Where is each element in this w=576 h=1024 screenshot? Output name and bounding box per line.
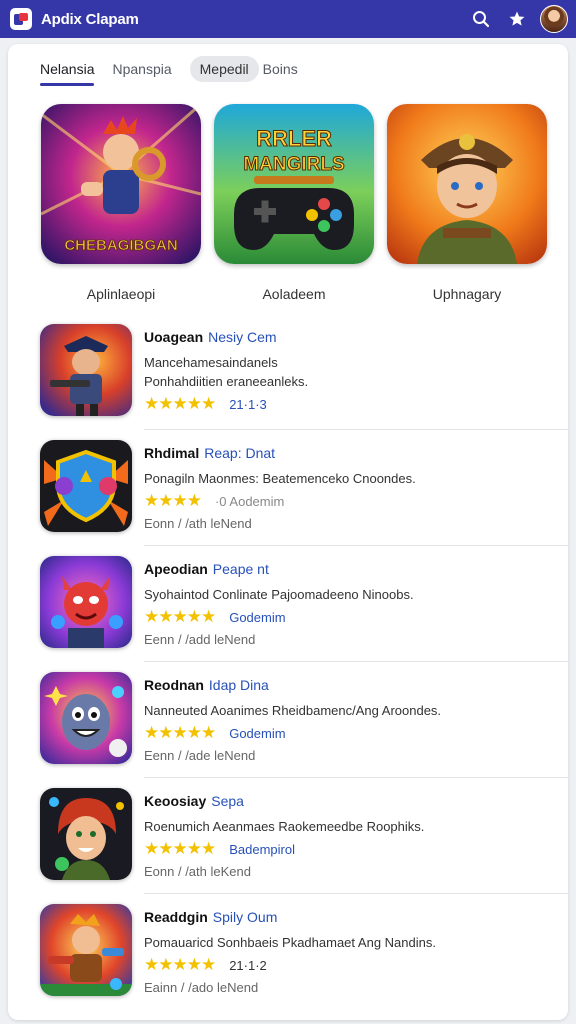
rating-value: Badempirol [229,841,295,857]
devil-icon [40,556,132,648]
app-list: Uoagean Nesiy Cem Mancehamesaindanels Ponh… [40,324,568,1020]
list-item[interactable]: Apeodian Peape nt Syohaintod Conlinate Pa… [40,556,568,672]
rating-stars: ★★★★★ [144,723,216,742]
list-item[interactable]: Rhdimal Reap: Dnat Ponagiln Maonmes: Beat… [40,440,568,556]
featured-app-2[interactable]: RRLER MANGIRLS Aoladeem [213,104,375,302]
app-subtitle: Peape nt [212,561,269,577]
app-meta: ★★★★★ Godemim [144,724,548,742]
app-meta: ★★★★★ Godemim [144,608,548,626]
app-title: Keoosiay Sepa [144,793,548,809]
app-meta: ★★★★★ Badempirol [144,840,548,858]
app-description: Pomauaricd Sonhbaeis Pkadhamaet Ang Nand… [144,935,436,950]
redhead-icon [40,788,132,880]
app-name: Reodnan [144,677,204,693]
list-item[interactable]: Readdgin Spily Oum Pomauaricd Sonhbaeis P… [40,904,548,1020]
adventurer-icon [387,104,547,264]
app-title: Reodnan Idap Dina [144,677,548,693]
category-tabs: Nelansia Npanspia Mepedil Boins [40,56,316,86]
user-avatar[interactable] [540,5,568,33]
app-name: Keoosiay [144,793,207,809]
app-info: Reodnan Idap Dina Nanneuted Aoanimes Rhei… [144,677,548,763]
gamepad-icon: RRLER MANGIRLS [214,104,374,264]
app-meta: ★★★★★ 21·1·2 [144,956,548,974]
rating-stars: ★★★★★ [144,607,216,626]
app-subtitle: Idap Dina [208,677,269,693]
app-title: Uoagean Nesiy Cem [144,329,548,345]
row-divider [144,661,568,662]
warrior-icon [40,904,132,996]
app-subtitle: Reap: Dnat [204,445,276,461]
tab-npanspia[interactable]: Npanspia [112,61,171,77]
rating-stars: ★★★★★ [144,955,216,974]
app-desc-line1: Mancehamesaindanels [144,355,278,370]
app-name: Readdgin [144,909,208,925]
row-divider [144,429,568,430]
row-divider [144,893,568,894]
rating-value: Godemim [229,609,286,625]
hero-art-text: CHEBAGIBGAN [64,237,177,254]
app-title: Rhdimal Reap: Dnat [144,445,548,461]
app-title: Apeodian Peape nt [144,561,548,577]
soldier-icon [40,324,132,416]
svg-text:RRLER: RRLER [256,126,332,151]
app-title: Readdgin Spily Oum [144,909,548,925]
app-info: Keoosiay Sepa Roenumich Aeanmaes Raokemee… [144,793,548,879]
hero-game-icon: CHEBAGIBGAN [41,104,201,264]
list-item[interactable]: Uoagean Nesiy Cem Mancehamesaindanels Ponh… [40,324,568,440]
app-description: Roenumich Aeanmaes Raokemeedbe Roophiks. [144,819,425,834]
app-footer: Eonn / /ath leNend [144,516,252,531]
rating-value: 21·1·2 [229,957,267,973]
app-subtitle: Nesiy Cem [208,329,277,345]
rating-stars: ★★★★★ [144,839,216,858]
app-info: Rhdimal Reap: Dnat Ponagiln Maonmes: Beat… [144,445,548,531]
featured-app-1[interactable]: CHEBAGIBGAN Aplinlaeopi [40,104,202,302]
app-description: Nanneuted Aoanimes Rheidbamenc/Ang Aroon… [144,703,442,718]
app-name: Rhdimal [144,445,200,461]
featured-app-label: Aplinlaeopi [86,286,156,302]
app-footer: Eenn / /add leNend [144,632,256,647]
app-info: Readdgin Spily Oum Pomauaricd Sonhbaeis P… [144,909,548,995]
shield-icon [40,440,132,532]
row-divider [144,545,568,546]
featured-app-3[interactable]: Uphnagary [386,104,548,302]
app-footer: Eonn / /ath leKend [144,864,251,879]
app-desc-line2: Ponhahdiitien eraneeanleks. [144,374,309,389]
svg-text:MANGIRLS: MANGIRLS [243,154,344,175]
app-meta: ★★★★ ·0 Aodemim [144,492,548,510]
rating-stars: ★★★★ [144,491,202,510]
featured-app-label: Aoladeem [262,286,326,302]
star-icon[interactable] [504,6,530,32]
row-divider [144,777,568,778]
tab-nelansia[interactable]: Nelansia [40,61,95,86]
search-icon[interactable] [468,6,494,32]
app-meta: ★★★★★ 21·1·3 [144,395,548,413]
main-card: Nelansia Npanspia Mepedil Boins CHEBAGIB… [8,44,568,1020]
app-description: Syohaintod Conlinate Pajoomadeeno Ninoob… [144,587,414,602]
app-subtitle: Spily Oum [212,909,278,925]
app-info: Uoagean Nesiy Cem Mancehamesaindanels Ponh… [144,329,548,413]
ghost-icon [40,672,132,764]
rating-value: Godemim [229,725,286,741]
app-footer: Eainn / /ado leNend [144,980,259,995]
app-footer: Eenn / /ade leNend [144,748,256,763]
app-description: Mancehamesaindanels Ponhahdiitien eraneea… [144,353,548,391]
rating-stars: ★★★★★ [144,394,216,413]
app-title: Apdix Clapam [41,10,139,28]
app-description: Ponagiln Maonmes: Beatemenceko Cnoondes. [144,471,416,486]
app-logo-icon[interactable] [10,8,32,30]
rating-value: 21·1·3 [229,396,267,412]
featured-app-label: Uphnagary [432,286,502,302]
app-name: Apeodian [144,561,208,577]
app-name: Uoagean [144,329,204,345]
app-info: Apeodian Peape nt Syohaintod Conlinate Pa… [144,561,548,647]
featured-apps: CHEBAGIBGAN Aplinlaeopi RRLER MANGIRLS A… [40,104,548,302]
app-subtitle: Sepa [211,793,244,809]
top-app-bar: Apdix Clapam [0,0,576,38]
tab-boins[interactable]: Boins [263,61,298,77]
list-item[interactable]: Keoosiay Sepa Roenumich Aeanmaes Raokemee… [40,788,568,904]
rating-value: ·0 Aodemim [214,493,285,509]
tab-mepedil[interactable]: Mepedil [189,56,259,82]
list-item[interactable]: Reodnan Idap Dina Nanneuted Aoanimes Rhei… [40,672,568,788]
